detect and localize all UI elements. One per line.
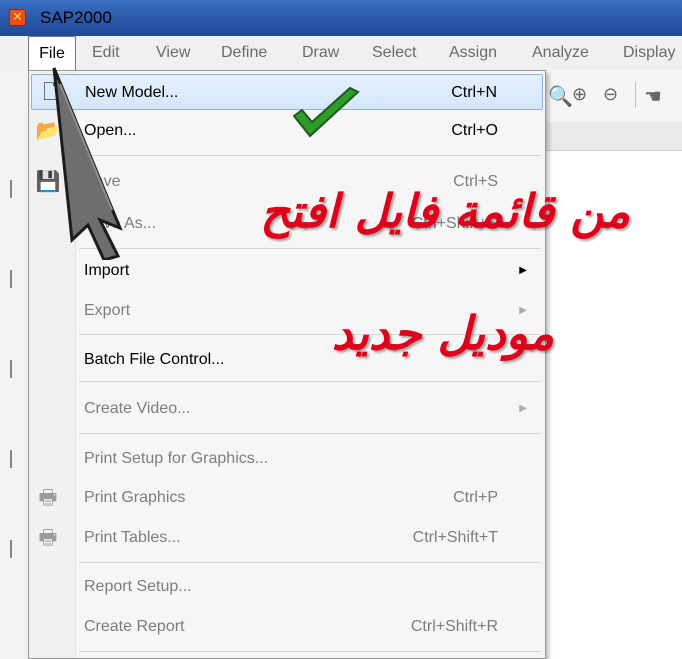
menu-item-shortcut: Ctrl+P (453, 489, 498, 506)
menu-item-label: Export (84, 302, 131, 319)
sap2000-app-icon[interactable]: ✕ (9, 9, 26, 26)
menu-separator (79, 651, 541, 652)
menu-draw[interactable]: Draw (302, 36, 339, 70)
left-toolbar (0, 70, 29, 659)
zoom-out-icon[interactable]: ⊖ (603, 84, 618, 105)
zoom-in-icon[interactable]: ⊕ (572, 84, 587, 105)
annotation-line-2: موديل جديد (331, 306, 554, 360)
menu-select[interactable]: Select (372, 36, 416, 70)
cursor-arrow-icon (52, 67, 123, 260)
left-tool-icon[interactable] (10, 360, 18, 378)
printer-icon: 🖶 (38, 527, 58, 549)
submenu-arrow-icon: ▶ (519, 265, 527, 276)
menu-item-label: Print Graphics (84, 489, 186, 506)
menu-item-report-setup[interactable]: Report Setup... (29, 569, 545, 605)
menu-item-label: Create Report (84, 618, 185, 635)
menu-analyze[interactable]: Analyze (532, 36, 589, 70)
menu-item-shortcut: Ctrl+O (451, 122, 498, 139)
menu-item-label: Report Setup... (84, 578, 192, 595)
menu-item-print-graphics[interactable]: 🖶 Print Graphics Ctrl+P (29, 480, 545, 516)
menu-assign[interactable]: Assign (449, 36, 497, 70)
menu-item-print-tables[interactable]: 🖶 Print Tables... Ctrl+Shift+T (29, 520, 545, 556)
menu-item-label: Create Video... (84, 400, 191, 417)
printer-icon: 🖶 (38, 487, 58, 509)
pan-hand-icon[interactable]: ☚ (644, 84, 662, 109)
annotation-line-1: من قائمة فايل افتح (260, 184, 630, 238)
title-bar: ✕ SAP2000 (0, 0, 682, 36)
menu-item-shortcut: Ctrl+Shift+T (412, 529, 498, 546)
menu-define[interactable]: Define (221, 36, 267, 70)
menu-separator (79, 433, 541, 434)
menu-item-label: Print Tables... (84, 529, 181, 546)
menu-view[interactable]: View (156, 36, 190, 70)
menu-item-shortcut: Ctrl+N (451, 84, 497, 101)
left-tool-icon[interactable] (10, 540, 18, 558)
zoom-search-icon[interactable]: 🔍 (548, 84, 573, 109)
left-tool-icon[interactable] (10, 270, 18, 288)
submenu-arrow-icon: ▶ (519, 403, 527, 414)
menu-item-shortcut: Ctrl+Shift+R (410, 618, 498, 635)
menu-item-label: Batch File Control... (84, 351, 225, 368)
menu-item-print-setup-graphics[interactable]: Print Setup for Graphics... (29, 441, 545, 477)
green-checkmark-icon (292, 86, 360, 138)
left-tool-icon[interactable] (10, 180, 18, 198)
window-title: SAP2000 (40, 8, 112, 27)
left-tool-icon[interactable] (10, 450, 18, 468)
menu-item-label: Print Setup for Graphics... (84, 450, 269, 467)
toolbar-separator (635, 82, 636, 108)
menu-display[interactable]: Display (623, 36, 675, 70)
menu-separator (79, 381, 541, 382)
menu-item-create-report[interactable]: Create Report Ctrl+Shift+R (29, 609, 545, 645)
menu-separator (79, 562, 541, 563)
menu-item-create-video[interactable]: Create Video... ▶ (29, 391, 545, 427)
